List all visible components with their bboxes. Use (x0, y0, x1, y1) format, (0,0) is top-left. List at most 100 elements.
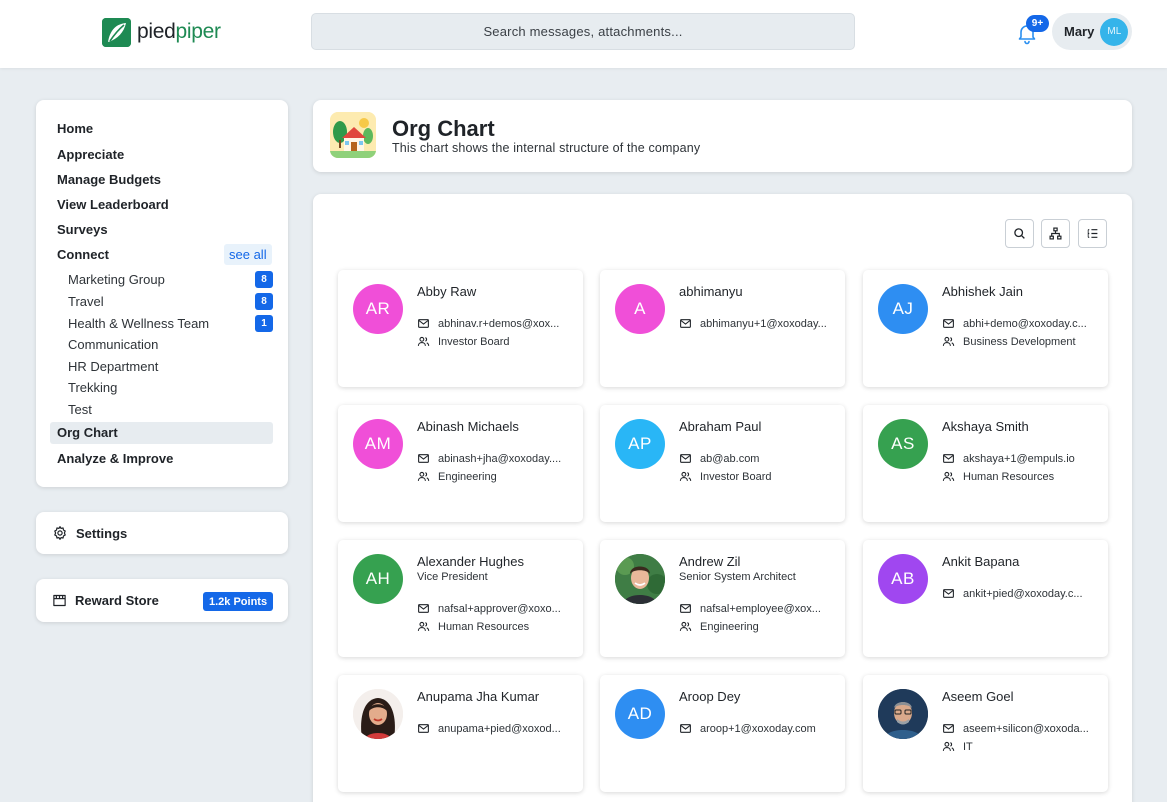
user-menu[interactable]: Mary ML (1052, 13, 1132, 50)
sidebar-group-hr-department[interactable]: HR Department (68, 359, 158, 374)
person-department: Investor Board (700, 470, 772, 483)
sidebar-group-trekking[interactable]: Trekking (68, 380, 117, 395)
list-view-button[interactable] (1078, 219, 1107, 248)
person-card[interactable]: AB Ankit Bapana ankit+pied@xoxoday.c... (863, 540, 1108, 657)
reward-store-button[interactable]: Reward Store 1.2k Points (36, 579, 288, 622)
user-name: Mary (1064, 24, 1095, 39)
avatar: AB (878, 554, 928, 604)
avatar: AS (878, 419, 928, 469)
person-name: Anupama Jha Kumar (417, 689, 540, 704)
sidebar-group-health-wellness[interactable]: Health & Wellness Team (68, 316, 209, 331)
person-email: abinash+jha@xoxoday.... (438, 452, 562, 465)
person-email-row: aroop+1@xoxoday.com (679, 722, 834, 735)
mail-icon (680, 454, 691, 463)
mail-icon (418, 454, 429, 463)
sidebar-group-communication[interactable]: Communication (68, 337, 158, 352)
avatar-photo (878, 689, 928, 739)
person-dept-row: IT (942, 740, 1097, 753)
person-email-row: ab@ab.com (679, 452, 834, 465)
mail-icon (943, 724, 954, 733)
sidebar-item-connect[interactable]: Connect (57, 247, 109, 262)
sidebar-item-appreciate[interactable]: Appreciate (57, 147, 124, 162)
person-card[interactable]: Aseem Goel aseem+silicon@xoxoda... IT (863, 675, 1108, 792)
person-card[interactable]: Anupama Jha Kumar anupama+pied@xoxod... (338, 675, 583, 792)
sidebar-item-home[interactable]: Home (57, 121, 93, 136)
sidebar-group-marketing[interactable]: Marketing Group (68, 272, 165, 287)
see-all-link[interactable]: see all (224, 244, 272, 265)
sidebar-item-analyze-improve[interactable]: Analyze & Improve (57, 451, 173, 466)
org-chart-panel: AR Abby Raw abhinav.r+demos@xox... Inves… (313, 194, 1132, 802)
sidebar-group-travel[interactable]: Travel (68, 294, 104, 309)
sidebar-item-org-chart[interactable]: Org Chart (57, 425, 118, 440)
users-icon (942, 471, 955, 481)
mail-icon (418, 319, 429, 328)
page-subtitle: This chart shows the internal structure … (392, 141, 701, 155)
person-email: aroop+1@xoxoday.com (700, 722, 816, 735)
sidebar-item-surveys[interactable]: Surveys (57, 222, 108, 237)
sidebar-item-manage-budgets[interactable]: Manage Budgets (57, 172, 161, 187)
piedpiper-logo[interactable]: piedpiper (102, 17, 221, 47)
unread-count-badge: 8 (255, 293, 273, 310)
house-illustration-icon (330, 112, 376, 158)
hierarchy-icon (1049, 227, 1062, 240)
page-title: Org Chart (392, 116, 495, 141)
person-email: abhinav.r+demos@xox... (438, 317, 560, 330)
person-card[interactable]: A abhimanyu abhimanyu+1@xoxoday... (600, 270, 845, 387)
person-title: Senior System Architect (679, 571, 796, 583)
points-badge: 1.2k Points (203, 592, 274, 611)
logo-wordmark: piedpiper (137, 20, 221, 43)
person-name: Abby Raw (417, 284, 477, 299)
person-card[interactable]: Andrew Zil Senior System Architect nafsa… (600, 540, 845, 657)
avatar-photo (615, 554, 665, 604)
users-icon (942, 741, 955, 751)
person-card[interactable]: AH Alexander Hughes Vice President nafsa… (338, 540, 583, 657)
person-card[interactable]: AP Abraham Paul ab@ab.com Investor Board (600, 405, 845, 522)
settings-button[interactable]: Settings (36, 512, 288, 554)
users-icon (417, 336, 430, 346)
tree-view-button[interactable] (1041, 219, 1070, 248)
users-icon (679, 471, 692, 481)
person-card[interactable]: AS Akshaya Smith akshaya+1@empuls.io Hum… (863, 405, 1108, 522)
person-email: anupama+pied@xoxod... (438, 722, 561, 735)
users-icon (679, 621, 692, 631)
store-icon (53, 594, 66, 607)
person-card[interactable]: AR Abby Raw abhinav.r+demos@xox... Inves… (338, 270, 583, 387)
list-icon (1087, 229, 1098, 238)
sidebar-group-test[interactable]: Test (68, 402, 92, 417)
person-card[interactable]: AJ Abhishek Jain abhi+demo@xoxoday.c... … (863, 270, 1108, 387)
person-email: akshaya+1@empuls.io (963, 452, 1075, 465)
person-email: ankit+pied@xoxoday.c... (963, 587, 1083, 600)
person-email-row: abhi+demo@xoxoday.c... (942, 317, 1097, 330)
person-email: abhimanyu+1@xoxoday... (700, 317, 827, 330)
mail-icon (943, 454, 954, 463)
person-email-row: abinash+jha@xoxoday.... (417, 452, 572, 465)
person-department: Business Development (963, 335, 1076, 348)
mail-icon (943, 589, 954, 598)
person-name: Aroop Dey (679, 689, 741, 704)
avatar: AD (615, 689, 665, 739)
settings-label: Settings (76, 525, 128, 541)
search-people-button[interactable] (1005, 219, 1034, 248)
person-email-row: aseem+silicon@xoxoda... (942, 722, 1097, 735)
person-name: Aseem Goel (942, 689, 1014, 704)
mail-icon (418, 724, 429, 733)
mail-icon (418, 604, 429, 613)
users-icon (417, 621, 430, 631)
person-dept-row: Engineering (679, 620, 834, 633)
sidebar-item-view-leaderboard[interactable]: View Leaderboard (57, 197, 169, 212)
gear-icon (54, 526, 66, 540)
notification-badge: 9+ (1026, 15, 1049, 32)
avatar: AH (353, 554, 403, 604)
person-email: ab@ab.com (700, 452, 760, 465)
person-card[interactable]: AD Aroop Dey aroop+1@xoxoday.com (600, 675, 845, 792)
users-icon (942, 336, 955, 346)
person-name: Abhishek Jain (942, 284, 1023, 299)
unread-count-badge: 1 (255, 315, 273, 332)
person-title: Vice President (417, 571, 488, 583)
search-input[interactable]: Search messages, attachments... (311, 13, 855, 50)
person-email: nafsal+approver@xoxo... (438, 602, 561, 615)
person-card[interactable]: AM Abinash Michaels abinash+jha@xoxoday.… (338, 405, 583, 522)
mail-icon (680, 604, 691, 613)
mail-icon (680, 319, 691, 328)
person-department: Human Resources (963, 470, 1055, 483)
